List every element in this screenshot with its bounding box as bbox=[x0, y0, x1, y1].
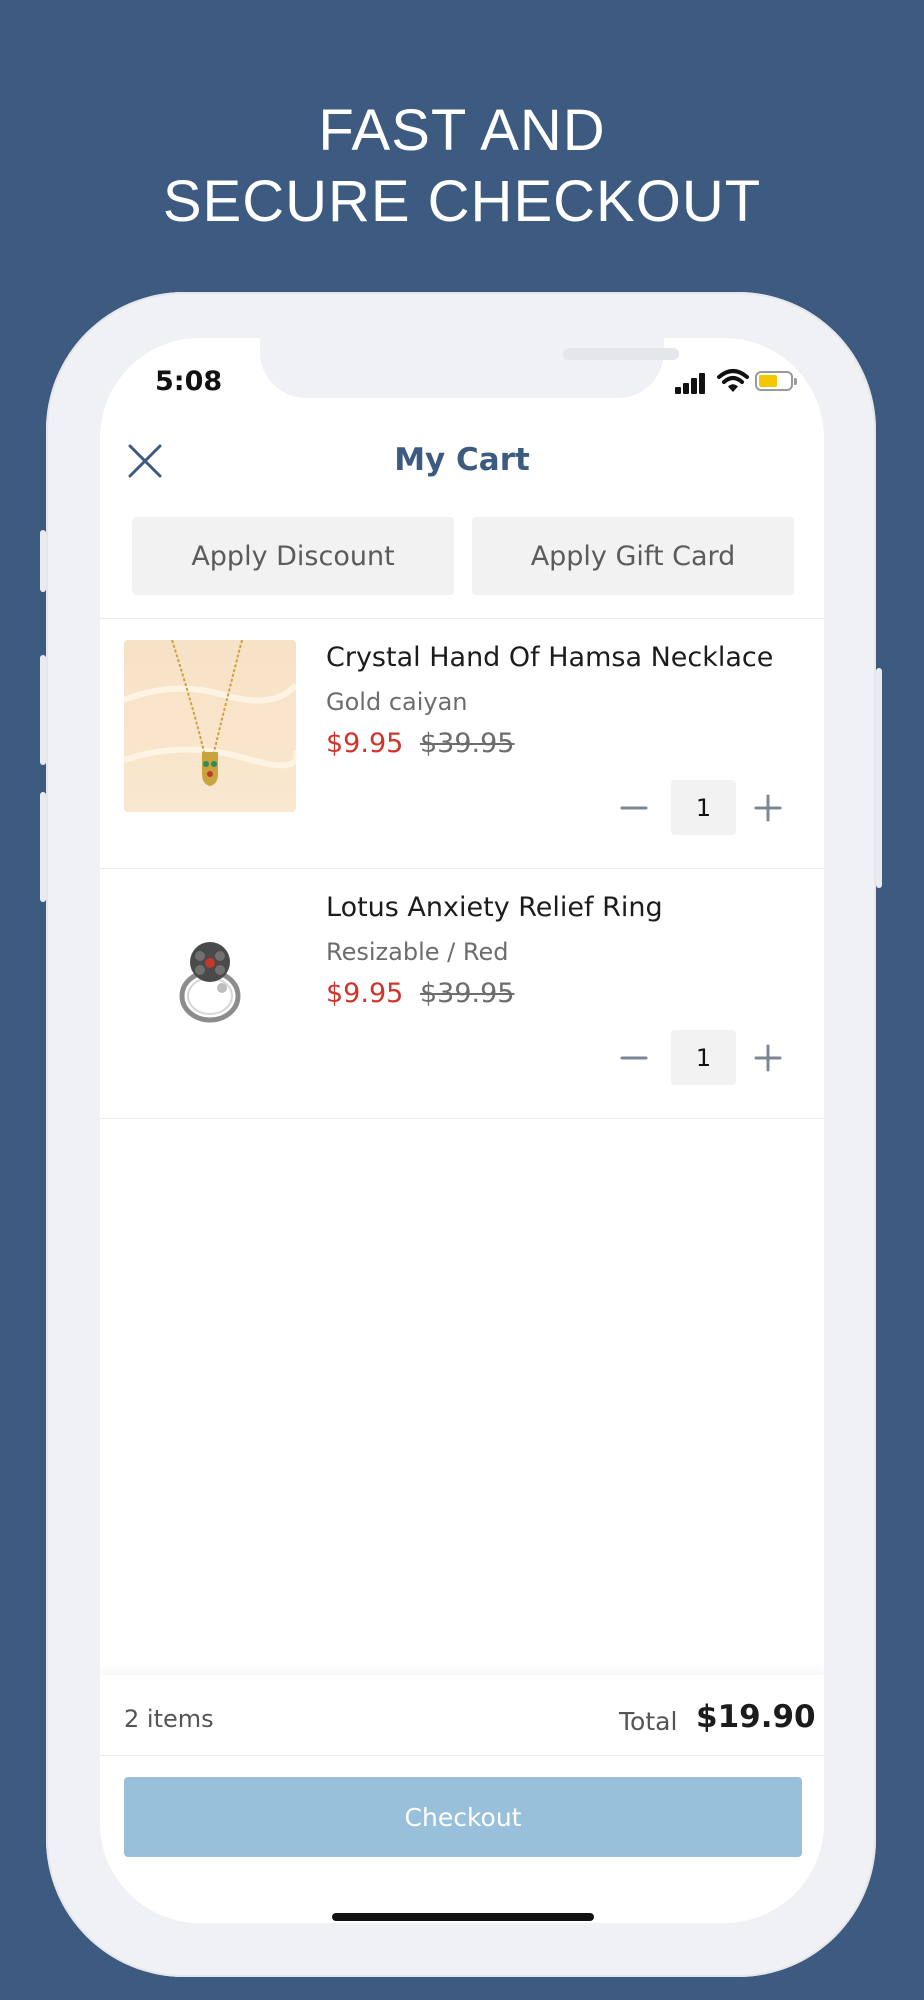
phone-screen: 5:08 My Cart Apply Discount Apply Gift C… bbox=[100, 338, 824, 1923]
item-name[interactable]: Crystal Hand Of Hamsa Necklace bbox=[326, 642, 773, 673]
phone-volume-up-button bbox=[40, 655, 46, 765]
plus-icon[interactable] bbox=[754, 1044, 782, 1072]
phone-power-button bbox=[876, 668, 882, 888]
item-name[interactable]: Lotus Anxiety Relief Ring bbox=[326, 892, 663, 923]
battery-icon bbox=[755, 371, 797, 391]
plus-icon[interactable] bbox=[754, 794, 782, 822]
promo-headline: FAST AND SECURE CHECKOUT bbox=[0, 95, 924, 237]
ring-product-image[interactable] bbox=[124, 890, 296, 1062]
cart-item: Lotus Anxiety Relief Ring Resizable / Re… bbox=[100, 868, 824, 1118]
promo-line-1: FAST AND bbox=[318, 98, 606, 163]
cart-item: Crystal Hand Of Hamsa Necklace Gold caiy… bbox=[100, 618, 824, 868]
apply-discount-button[interactable]: Apply Discount bbox=[132, 517, 454, 595]
sale-price: $9.95 bbox=[326, 978, 404, 1009]
sale-price: $9.95 bbox=[326, 728, 404, 759]
divider bbox=[100, 1118, 824, 1119]
items-count: 2 items bbox=[124, 1705, 214, 1733]
page-title: My Cart bbox=[394, 442, 530, 478]
necklace-product-image[interactable] bbox=[124, 640, 296, 812]
signal-icon bbox=[675, 372, 711, 394]
item-variant: Gold caiyan bbox=[326, 688, 468, 716]
minus-icon[interactable] bbox=[620, 794, 648, 822]
original-price: $39.95 bbox=[420, 978, 515, 1009]
promo-line-2: SECURE CHECKOUT bbox=[162, 169, 762, 234]
minus-icon[interactable] bbox=[620, 1044, 648, 1072]
divider bbox=[100, 1755, 824, 1756]
speaker-grille bbox=[563, 348, 679, 360]
phone-side-button bbox=[40, 530, 46, 592]
cart-footer: 2 items Total $19.90 Checkout bbox=[100, 1675, 824, 1923]
apply-gift-card-button[interactable]: Apply Gift Card bbox=[472, 517, 794, 595]
quantity-value[interactable]: 1 bbox=[671, 1030, 736, 1085]
phone-notch bbox=[260, 338, 679, 398]
wifi-icon bbox=[717, 369, 749, 392]
phone-volume-down-button bbox=[40, 792, 46, 902]
total-label: Total bbox=[619, 1707, 678, 1736]
checkout-button[interactable]: Checkout bbox=[124, 1777, 802, 1857]
home-indicator[interactable] bbox=[332, 1913, 594, 1921]
total-value: $19.90 bbox=[696, 1699, 816, 1735]
original-price: $39.95 bbox=[420, 728, 515, 759]
item-variant: Resizable / Red bbox=[326, 938, 509, 966]
quantity-value[interactable]: 1 bbox=[671, 780, 736, 835]
status-time: 5:08 bbox=[155, 366, 223, 397]
